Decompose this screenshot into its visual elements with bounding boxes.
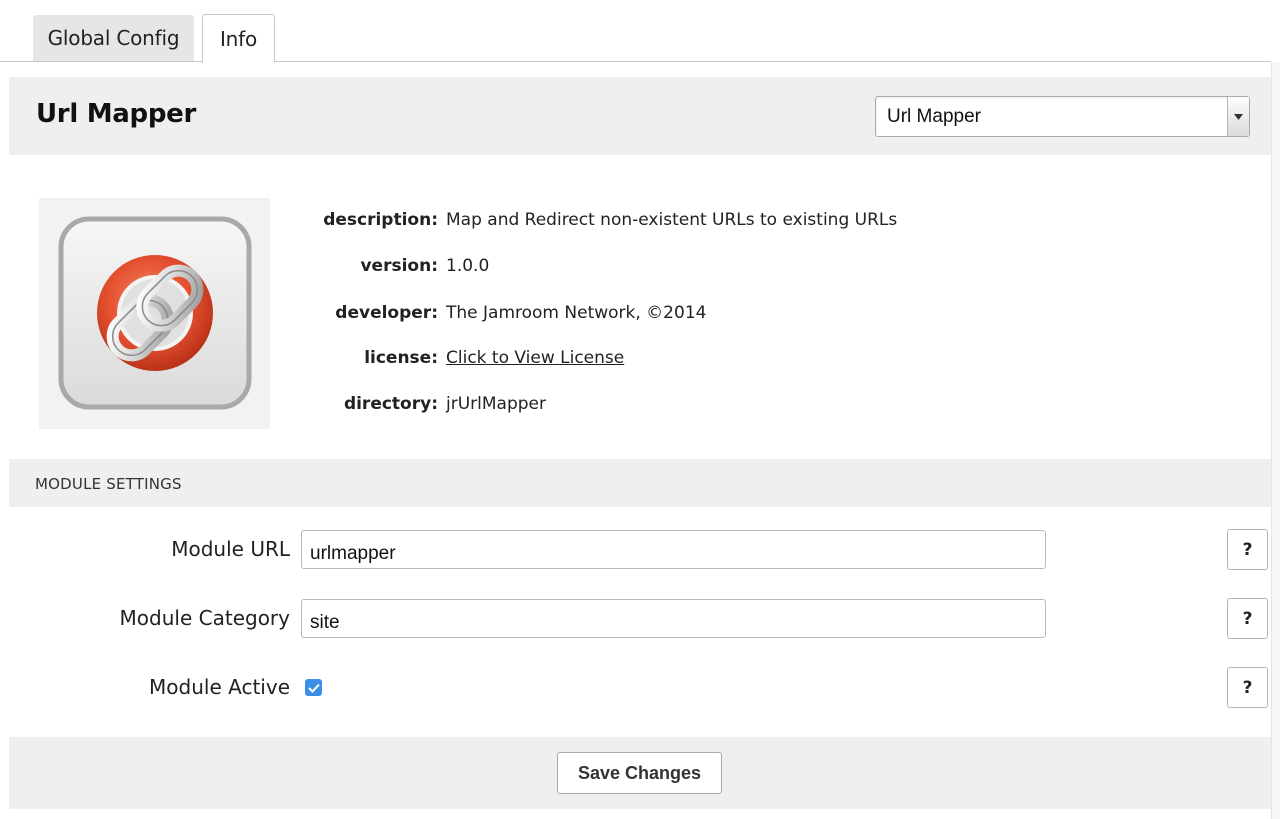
description-value: Map and Redirect non-existent URLs to ex… [446, 210, 898, 230]
module-settings-header: MODULE SETTINGS [9, 459, 1271, 507]
directory-value: jrUrlMapper [446, 394, 546, 414]
info-row-developer: developer: The Jamroom Network, ©2014 [0, 303, 1280, 327]
module-active-help-button[interactable]: ? [1227, 667, 1268, 708]
module-active-label: Module Active [149, 675, 290, 699]
save-changes-button[interactable]: Save Changes [557, 752, 722, 794]
tab-info[interactable]: Info [202, 14, 275, 63]
module-url-label: Module URL [171, 537, 290, 561]
version-value: 1.0.0 [446, 256, 490, 276]
developer-value: The Jamroom Network, ©2014 [446, 303, 707, 323]
version-label: version: [360, 256, 438, 276]
developer-label: developer: [335, 303, 438, 323]
module-url-input[interactable] [301, 530, 1046, 569]
info-row-license: license: Click to View License [0, 348, 1280, 372]
page-header: Url Mapper Url Mapper [9, 77, 1271, 155]
tab-bar: Global Config Info [0, 0, 1271, 63]
module-category-label: Module Category [119, 606, 290, 630]
section-title: MODULE SETTINGS [35, 475, 182, 493]
page-title: Url Mapper [36, 99, 196, 129]
module-select[interactable]: Url Mapper [875, 96, 1250, 137]
info-row-directory: directory: jrUrlMapper [0, 394, 1280, 418]
module-select-value: Url Mapper [887, 106, 981, 127]
scrollbar-track[interactable] [1271, 62, 1280, 819]
form-footer: Save Changes [9, 737, 1271, 809]
module-url-help-button[interactable]: ? [1227, 529, 1268, 570]
checkmark-icon [307, 683, 320, 693]
tab-global-config[interactable]: Global Config [33, 15, 194, 61]
module-category-help-button[interactable]: ? [1227, 598, 1268, 639]
module-category-input[interactable] [301, 599, 1046, 638]
module-active-checkbox[interactable] [305, 679, 322, 696]
directory-label: directory: [343, 394, 438, 414]
description-label: description: [323, 210, 438, 230]
license-label: license: [364, 348, 438, 368]
info-row-version: version: 1.0.0 [0, 256, 1280, 280]
license-link[interactable]: Click to View License [446, 348, 624, 368]
info-row-description: description: Map and Redirect non-existe… [0, 210, 1280, 234]
chevron-down-icon[interactable] [1227, 97, 1249, 136]
